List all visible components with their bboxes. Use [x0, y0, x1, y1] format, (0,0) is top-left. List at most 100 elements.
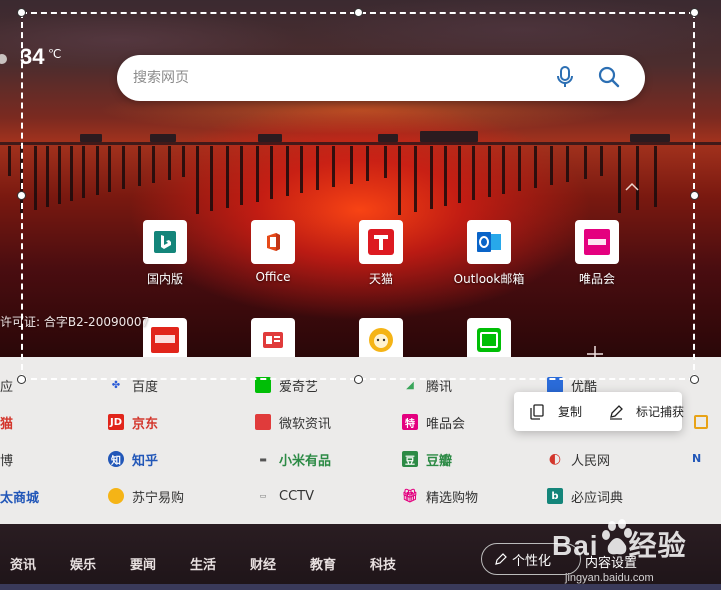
iqiyi-icon: [255, 377, 271, 393]
link-cctv[interactable]: ▭ CCTV: [255, 486, 314, 506]
watermark-brand-text-2: 经验: [628, 530, 687, 561]
pier-post: [256, 146, 259, 202]
pier-post: [458, 146, 461, 203]
selection-handle[interactable]: [690, 375, 699, 384]
link-vip[interactable]: 特唯品会: [402, 412, 465, 432]
link-tencent[interactable]: ◢ 腾讯: [402, 375, 452, 395]
annotate-menu-item[interactable]: 标记捕获: [608, 403, 684, 420]
partial-icon: N: [692, 452, 702, 465]
link-zhihu[interactable]: 知知乎: [108, 449, 158, 469]
link-item[interactable]: 猫: [0, 412, 13, 432]
link-label: 京东: [132, 416, 159, 432]
pier-post: [584, 146, 587, 179]
speed-dial-office[interactable]: Office: [223, 220, 323, 300]
copy-label: 复制: [558, 405, 583, 419]
vip-icon: 特: [402, 414, 418, 430]
selection-handle[interactable]: [17, 8, 26, 17]
link-label: 苏宁易购: [132, 490, 185, 506]
annotate-label: 标记捕获: [636, 405, 685, 419]
tab-finance[interactable]: 财经: [250, 554, 276, 573]
copy-menu-item[interactable]: 复制: [530, 403, 582, 420]
tab-life[interactable]: 生活: [190, 554, 216, 573]
pier-post: [34, 146, 37, 210]
tab-education[interactable]: 教育: [310, 554, 336, 573]
ship: [630, 134, 670, 142]
pier-post: [384, 146, 387, 178]
link-baidu[interactable]: ✤ 百度: [108, 375, 158, 395]
ship: [258, 134, 282, 142]
bing-icon: [143, 220, 187, 264]
speed-dial-label: Outlook邮箱: [453, 272, 525, 286]
tab-tech[interactable]: 科技: [370, 554, 396, 573]
news-icon: [255, 414, 271, 430]
pier-post: [58, 146, 61, 204]
temperature-unit: ℃: [48, 47, 62, 61]
partial-icon: [694, 415, 708, 429]
link-msn[interactable]: 微软资讯: [255, 412, 331, 432]
link-label: 唯品会: [426, 416, 466, 432]
outlook-icon: [467, 220, 511, 264]
tab-news[interactable]: 资讯: [10, 554, 36, 573]
link-suning[interactable]: 苏宁易购: [108, 486, 184, 506]
link-iqiyi[interactable]: 爱奇艺: [255, 375, 318, 395]
pier-posts: [0, 146, 721, 216]
link-item[interactable]: 应: [0, 375, 13, 395]
license-text: 许可证: 合字B2-20090007: [0, 315, 150, 329]
pier-post: [550, 146, 553, 185]
watermark-brand-text: Bai: [552, 530, 599, 561]
microphone-icon[interactable]: [556, 66, 574, 88]
link-item[interactable]: 太商城: [0, 486, 39, 506]
link-bing-dict[interactable]: b 必应词典: [547, 486, 623, 506]
speed-dial-vip[interactable]: 唯品会: [547, 220, 647, 300]
selection-handle[interactable]: [17, 375, 26, 384]
pier-post: [108, 146, 111, 192]
pier-post: [430, 146, 433, 209]
pier-post: [534, 146, 537, 188]
chevron-up-icon[interactable]: [624, 180, 640, 192]
link-jd[interactable]: JD 京东: [108, 412, 158, 432]
pier-post: [316, 146, 319, 190]
speed-dial-outlook[interactable]: Outlook邮箱: [439, 220, 539, 300]
tab-headlines[interactable]: 要闻: [130, 554, 156, 573]
link-label: 百度: [132, 379, 159, 395]
pier-post: [566, 146, 569, 182]
pier-post: [332, 146, 335, 187]
cctv-icon: ▭: [259, 492, 267, 500]
search-icon[interactable]: [598, 66, 620, 88]
selection-handle[interactable]: [17, 191, 26, 200]
pier-post: [502, 146, 505, 194]
link-label: 小米有品: [279, 453, 332, 469]
link-label: 人民网: [571, 453, 611, 469]
speed-dial-tmall[interactable]: 天猫: [331, 220, 431, 300]
link-douban[interactable]: 豆豆瓣: [402, 449, 452, 469]
search-input[interactable]: [133, 67, 533, 89]
link-label: 必应词典: [571, 490, 624, 506]
pier-post: [122, 146, 125, 189]
speed-dial-bing[interactable]: 国内版: [115, 220, 215, 300]
selection-handle[interactable]: [354, 375, 363, 384]
selection-handle[interactable]: [690, 8, 699, 17]
pier-post: [82, 146, 85, 198]
selection-handle[interactable]: [690, 191, 699, 200]
pier-post: [138, 146, 141, 186]
ship: [420, 131, 478, 142]
shopping-icon: 🎁︎: [401, 488, 419, 504]
lion-icon: [108, 488, 124, 504]
link-xiaomi[interactable]: ▬ 小米有品: [255, 449, 331, 469]
speed-dial-label: 国内版: [146, 272, 183, 286]
pier-post: [518, 146, 521, 191]
pier-post: [444, 146, 447, 206]
link-shopping[interactable]: 🎁︎ 精选购物: [402, 486, 478, 506]
selection-handle[interactable]: [354, 8, 363, 17]
jd-icon: [143, 318, 187, 362]
copy-icon: [530, 403, 544, 420]
link-item[interactable]: 博: [0, 449, 13, 469]
horizon-line: [0, 142, 721, 145]
news-icon: [251, 318, 295, 362]
pier-post: [96, 146, 99, 195]
bing-icon: b: [547, 488, 563, 504]
tencent-icon: ◢: [406, 379, 414, 391]
link-people[interactable]: ◐ 人民网: [547, 449, 610, 469]
pier-post: [600, 146, 603, 176]
tab-entertainment[interactable]: 娱乐: [70, 554, 96, 573]
